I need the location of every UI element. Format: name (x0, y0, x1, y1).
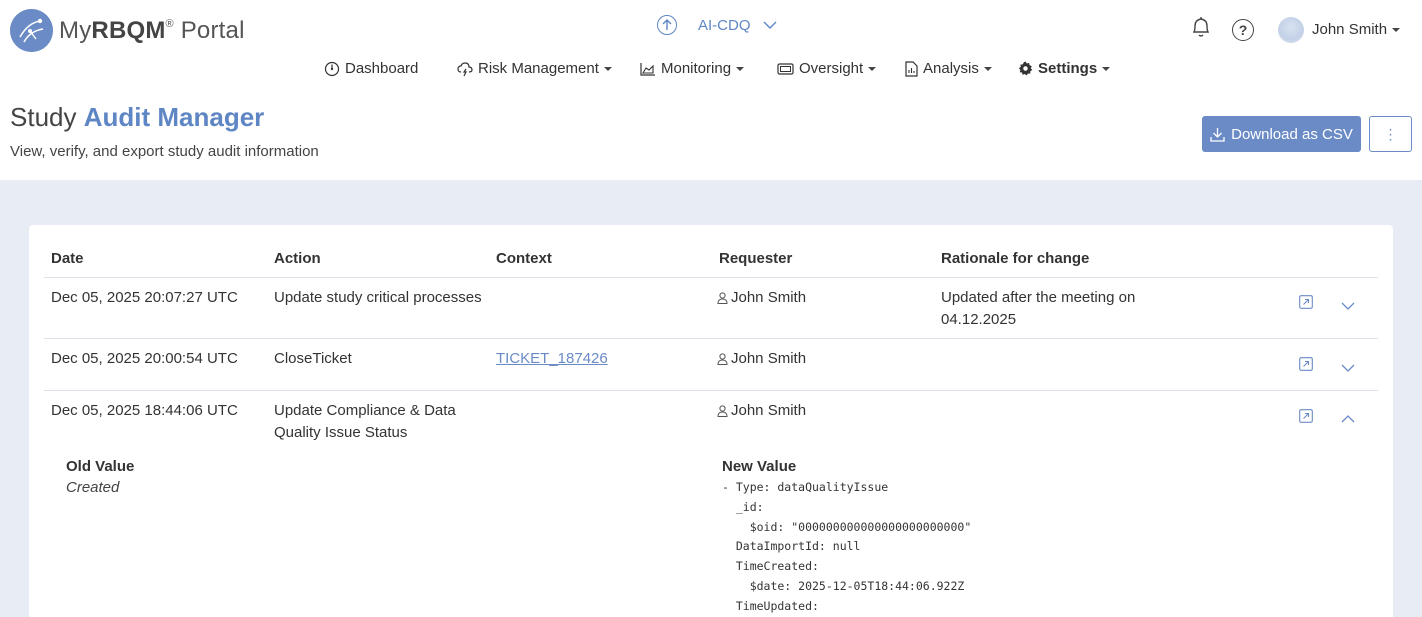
nav-monitoring-label: Monitoring (661, 60, 732, 77)
chart-area-icon (640, 62, 655, 76)
caret-down-icon (1102, 66, 1111, 71)
column-header-rationale[interactable]: Rationale for change (941, 250, 1089, 267)
row-date: Dec 05, 2025 20:00:54 UTC (51, 350, 238, 367)
nav-analysis-label: Analysis (923, 60, 979, 77)
nav-dashboard[interactable]: Dashboard (324, 60, 418, 77)
chevron-down-icon[interactable] (1341, 298, 1355, 316)
row-divider (44, 338, 1378, 339)
header-divider (44, 277, 1378, 278)
row-date: Dec 05, 2025 18:44:06 UTC (51, 402, 238, 419)
dashboard-icon (324, 61, 340, 76)
study-selector[interactable]: AI-CDQ (657, 15, 777, 35)
download-icon (1210, 127, 1225, 142)
caret-down-icon (603, 66, 612, 71)
bell-icon[interactable] (1190, 15, 1212, 44)
caret-down-icon (983, 66, 992, 71)
nav-analysis[interactable]: Analysis (905, 60, 992, 77)
row-action: CloseTicket (274, 350, 352, 367)
page-title: Study Audit Manager (10, 102, 265, 132)
nav-dashboard-label: Dashboard (345, 60, 419, 77)
row-date: Dec 05, 2025 20:07:27 UTC (51, 289, 238, 306)
download-csv-button[interactable]: Download as CSV (1202, 116, 1361, 152)
caret-down-icon (1392, 27, 1401, 32)
open-external-icon[interactable] (1299, 409, 1313, 428)
app-logo[interactable]: MyRBQM® Portal (10, 9, 245, 52)
user-icon (717, 405, 728, 417)
new-value-code: - Type: dataQualityIssue _id: $oid: "000… (722, 480, 972, 613)
top-bar: MyRBQM® Portal AI-CDQ ? John Smith Dashb… (0, 0, 1422, 180)
chevron-down-icon (763, 17, 777, 34)
row-action: Update Compliance & Data Quality Issue S… (274, 402, 456, 441)
header-actions: ? John Smith (1190, 15, 1401, 44)
main-nav: Dashboard Risk Management Monitoring Ove… (0, 60, 1422, 82)
nav-settings[interactable]: Settings (1018, 60, 1111, 77)
nav-risk-label: Risk Management (478, 60, 599, 77)
open-external-icon[interactable] (1299, 357, 1313, 376)
chevron-down-icon[interactable] (1341, 360, 1355, 378)
user-icon (717, 353, 728, 365)
open-external-icon[interactable] (1299, 295, 1313, 314)
row-requester: John Smith (717, 348, 806, 370)
new-value-heading: New Value (722, 458, 797, 475)
caret-down-icon (736, 66, 745, 71)
more-options-button[interactable]: ⋮ (1369, 116, 1412, 152)
nav-settings-label: Settings (1038, 60, 1098, 77)
help-icon[interactable]: ? (1232, 18, 1254, 41)
row-requester: John Smith (717, 287, 806, 309)
logo-icon (10, 9, 53, 52)
column-header-action[interactable]: Action (274, 250, 321, 267)
monitor-icon (777, 62, 794, 75)
nav-oversight-label: Oversight (799, 60, 864, 77)
download-csv-label: Download as CSV (1231, 125, 1353, 143)
row-rationale: Updated after the meeting on 04.12.2025 (941, 289, 1136, 328)
row-action: Update study critical processes (274, 289, 482, 306)
column-header-requester[interactable]: Requester (719, 250, 792, 267)
caret-down-icon (868, 66, 877, 71)
user-icon (717, 292, 728, 304)
nav-monitoring[interactable]: Monitoring (640, 60, 745, 77)
column-header-context[interactable]: Context (496, 250, 552, 267)
row-requester: John Smith (717, 400, 806, 422)
document-icon (905, 60, 918, 77)
cloud-lightning-icon (457, 61, 473, 76)
study-name: AI-CDQ (698, 16, 751, 34)
user-menu[interactable]: John Smith (1278, 16, 1401, 43)
page-subtitle: View, verify, and export study audit inf… (10, 143, 319, 160)
old-value-heading: Old Value (66, 458, 135, 475)
avatar (1278, 16, 1304, 43)
logo-text: MyRBQM® Portal (59, 16, 245, 44)
nav-risk-management[interactable]: Risk Management (457, 60, 612, 77)
ticket-link[interactable]: TICKET_187426 (496, 348, 608, 370)
arrow-up-circle-icon (657, 15, 677, 35)
chevron-up-icon[interactable] (1341, 410, 1355, 428)
old-value: Created (66, 479, 120, 496)
column-header-date[interactable]: Date (51, 250, 84, 267)
audit-table-card: Date Action Context Requester Rationale … (29, 225, 1393, 617)
user-name: John Smith (1312, 21, 1388, 38)
row-divider (44, 390, 1378, 391)
nav-oversight[interactable]: Oversight (777, 60, 877, 77)
gear-icon (1018, 61, 1033, 76)
